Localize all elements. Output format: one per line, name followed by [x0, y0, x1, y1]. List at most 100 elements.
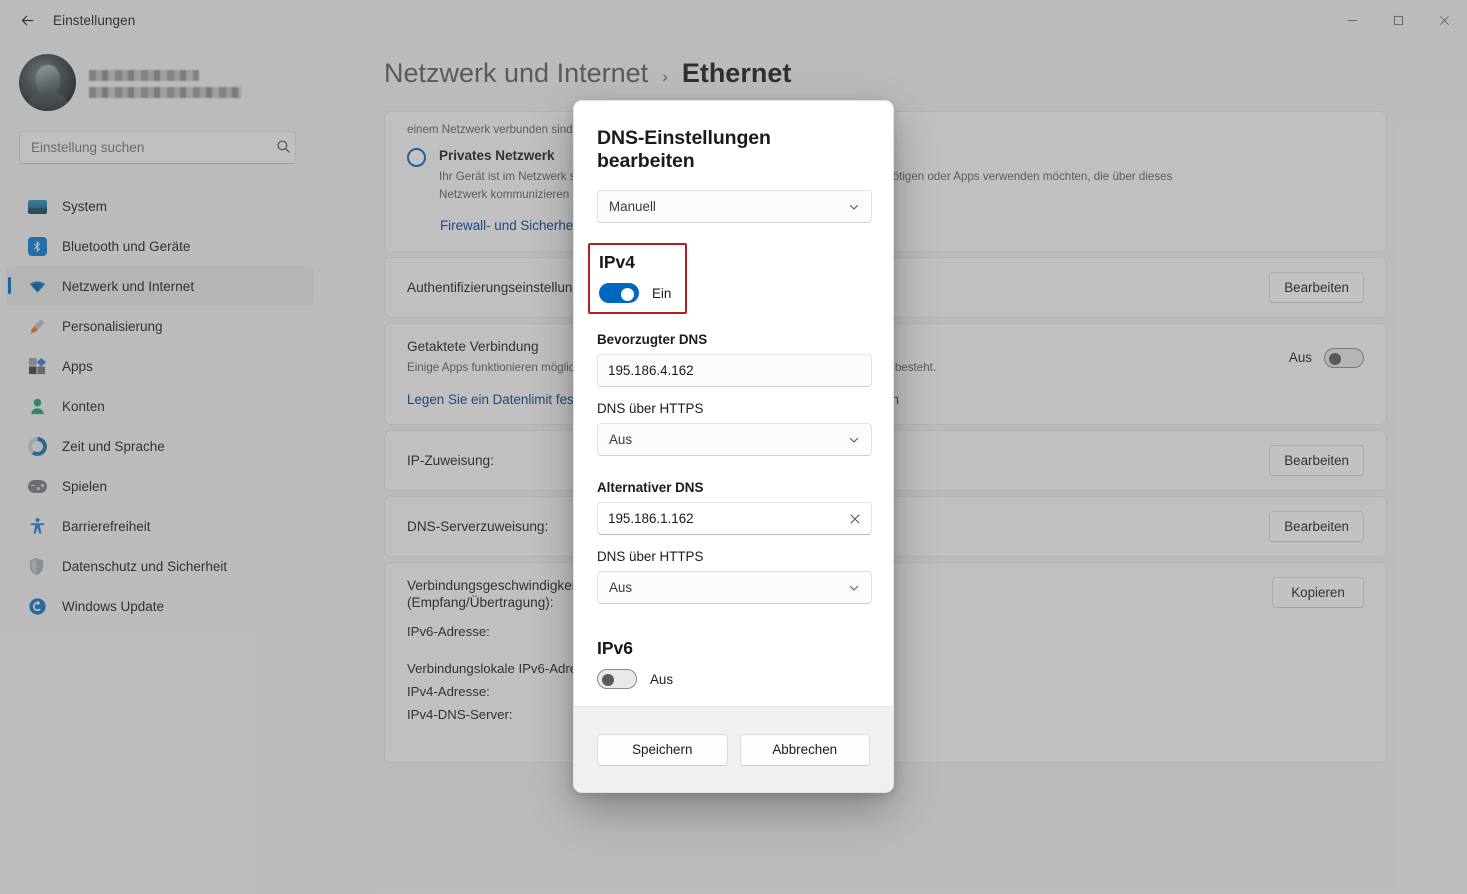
search-input[interactable] — [19, 131, 296, 164]
sidebar-item-label: System — [62, 198, 108, 214]
link-speed-copy-button[interactable]: Kopieren — [1272, 577, 1364, 609]
sidebar-item-label: Konten — [62, 398, 105, 414]
paintbrush-icon — [28, 317, 47, 336]
toggle-knob — [1329, 352, 1341, 365]
sidebar-item-accounts[interactable]: Konten — [6, 386, 314, 426]
dialog-title: DNS-Einstellungen bearbeiten — [597, 127, 771, 172]
back-arrow-icon — [21, 15, 33, 25]
app-title: Einstellungen — [53, 12, 136, 28]
maximize-button[interactable] — [1375, 0, 1421, 40]
search-container — [19, 131, 301, 164]
ipv6-toggle-state-label: Aus — [650, 671, 674, 687]
sidebar-item-label: Spielen — [62, 478, 108, 494]
minimize-icon — [1347, 19, 1357, 21]
shield-icon — [28, 557, 47, 576]
radio-selected-icon — [407, 147, 426, 167]
person-icon — [28, 397, 47, 416]
accessibility-icon — [28, 517, 47, 536]
chevron-down-icon — [848, 434, 860, 446]
metered-toggle-state-label: Aus — [1288, 350, 1312, 366]
account-name-redacted — [89, 68, 241, 98]
dialog-footer: Speichern Abbrechen — [574, 706, 893, 792]
redacted-text-line — [89, 69, 199, 81]
gamepad-icon — [28, 477, 47, 496]
chevron-down-icon — [848, 582, 860, 594]
sidebar-item-accessibility[interactable]: Barrierefreiheit — [6, 506, 314, 546]
ipv6-toggle-row: Aus — [597, 669, 870, 689]
alternate-dns-value: 195.186.1.162 — [608, 511, 694, 526]
toggle-knob — [602, 674, 614, 686]
metered-connection-toggle[interactable] — [1324, 347, 1364, 368]
breadcrumb-parent[interactable]: Netzwerk und Internet — [384, 58, 648, 89]
apps-grid-icon — [28, 357, 47, 376]
ipv6-toggle[interactable] — [597, 669, 637, 689]
sidebar-item-apps[interactable]: Apps — [6, 346, 314, 386]
sidebar-item-personalization[interactable]: Personalisierung — [6, 306, 314, 346]
bluetooth-icon — [28, 236, 47, 256]
sidebar-nav: System Bluetooth und Geräte Netzwerk und… — [0, 186, 320, 626]
monitor-icon — [28, 197, 47, 216]
ipv4-toggle[interactable] — [599, 283, 639, 303]
ipv4-heading: IPv4 — [599, 252, 635, 272]
alternate-doh-value: Aus — [609, 580, 633, 595]
dns-mode-value: Manuell — [609, 199, 656, 214]
title-bar: Einstellungen — [0, 0, 1467, 40]
maximize-icon — [1393, 15, 1403, 25]
avatar — [19, 54, 76, 111]
alternate-dns-label: Alternativer DNS — [597, 480, 704, 495]
private-network-label: Privates Netzwerk — [439, 147, 555, 163]
preferred-dns-input[interactable]: 195.186.4.162 — [597, 354, 872, 387]
sidebar-item-label: Windows Update — [62, 598, 165, 614]
search-icon — [276, 139, 291, 159]
breadcrumb-current: Ethernet — [681, 58, 792, 88]
redacted-text-line — [89, 86, 241, 98]
save-button[interactable]: Speichern — [597, 733, 728, 766]
ipv6-heading: IPv6 — [597, 638, 633, 658]
preferred-doh-select[interactable]: Aus — [597, 423, 872, 456]
sidebar-item-time-language[interactable]: Zeit und Sprache — [6, 426, 314, 466]
sidebar-item-label: Zeit und Sprache — [62, 438, 165, 454]
clock-globe-icon — [28, 436, 47, 456]
close-icon[interactable] — [849, 513, 861, 525]
alternate-doh-label: DNS über HTTPS — [597, 549, 704, 564]
auth-settings-edit-button[interactable]: Bearbeiten — [1269, 272, 1364, 304]
dns-assignment-edit-button[interactable]: Bearbeiten — [1269, 511, 1364, 543]
ipv4-section-highlight: IPv4 Ein — [588, 243, 687, 314]
sidebar-item-label: Netzwerk und Internet — [62, 278, 195, 294]
ipv4-toggle-row: Ein — [599, 283, 676, 303]
refresh-icon — [28, 597, 47, 616]
window-controls — [1329, 0, 1467, 40]
ipv4-toggle-state-label: Ein — [652, 285, 672, 301]
preferred-dns-value: 195.186.4.162 — [608, 363, 694, 378]
sidebar-item-label: Apps — [62, 358, 93, 374]
sidebar-item-system[interactable]: System — [6, 186, 314, 226]
sidebar-item-bluetooth[interactable]: Bluetooth und Geräte — [6, 226, 314, 266]
dns-settings-dialog: DNS-Einstellungen bearbeiten Manuell IPv… — [573, 100, 894, 793]
close-icon — [1439, 15, 1449, 25]
account-section[interactable] — [0, 40, 320, 111]
sidebar-item-label: Datenschutz und Sicherheit — [62, 558, 228, 574]
minimize-button[interactable] — [1329, 0, 1375, 40]
metered-connection-label: Getaktete Verbindung — [407, 339, 539, 355]
dns-mode-select[interactable]: Manuell — [597, 190, 872, 223]
close-button[interactable] — [1421, 0, 1467, 40]
sidebar-item-privacy-security[interactable]: Datenschutz und Sicherheit — [6, 546, 314, 586]
breadcrumb: Netzwerk und Internet › Ethernet — [320, 40, 1467, 89]
back-button[interactable] — [10, 5, 44, 35]
sidebar-item-network[interactable]: Netzwerk und Internet — [6, 266, 314, 306]
sidebar-item-label: Bluetooth und Geräte — [62, 238, 191, 254]
breadcrumb-separator: › — [662, 67, 668, 86]
preferred-doh-label: DNS über HTTPS — [597, 401, 704, 416]
sidebar-item-windows-update[interactable]: Windows Update — [6, 586, 314, 626]
alternate-dns-input[interactable]: 195.186.1.162 — [597, 502, 872, 535]
dns-assignment-label: DNS-Serverzuweisung: — [407, 519, 549, 535]
preferred-dns-label: Bevorzugter DNS — [597, 332, 708, 347]
alternate-doh-select[interactable]: Aus — [597, 571, 872, 604]
chevron-down-icon — [848, 201, 860, 213]
wifi-icon — [28, 277, 47, 296]
cancel-button[interactable]: Abbrechen — [739, 733, 870, 766]
sidebar-item-label: Personalisierung — [62, 318, 163, 334]
ip-assignment-edit-button[interactable]: Bearbeiten — [1269, 445, 1364, 477]
sidebar-item-gaming[interactable]: Spielen — [6, 466, 314, 506]
preferred-doh-value: Aus — [609, 432, 633, 447]
